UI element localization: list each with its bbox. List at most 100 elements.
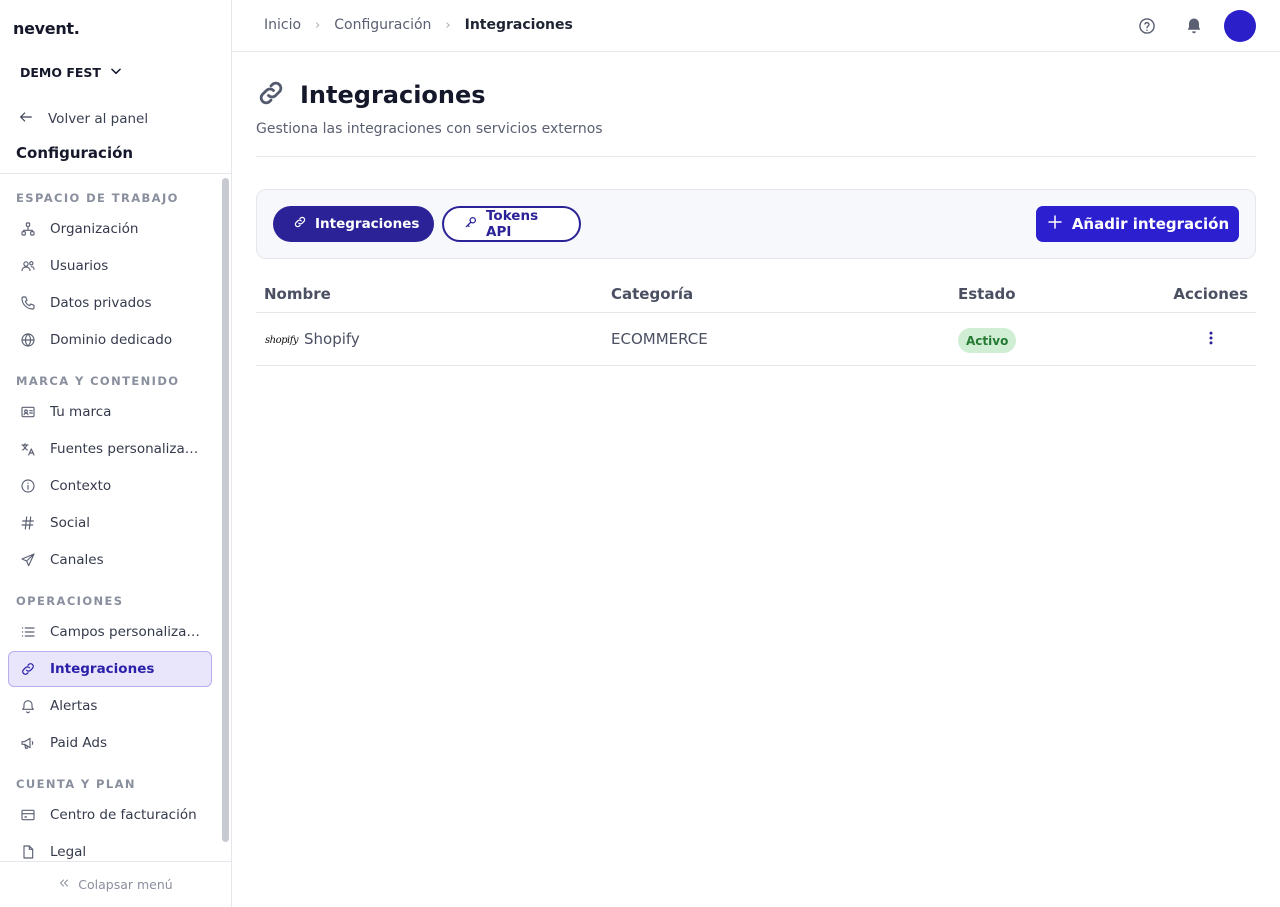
nav-group-operations: OPERACIONES — [16, 594, 124, 608]
help-icon[interactable] — [1137, 16, 1157, 36]
key-icon — [464, 215, 478, 233]
tab-label: Tokens API — [486, 208, 539, 240]
column-header-status[interactable]: Estado — [958, 285, 1016, 303]
sidebar-item-social[interactable]: Social — [8, 505, 212, 541]
sidebar-item-label: Integraciones — [50, 661, 155, 677]
link-icon — [20, 661, 36, 677]
sidebar-section-title: Configuración — [16, 144, 134, 162]
nav-group-account-plan: CUENTA Y PLAN — [16, 777, 136, 791]
megaphone-icon — [20, 735, 36, 751]
sidebar-item-label: Datos privados — [50, 295, 152, 311]
integration-category: ECOMMERCE — [611, 330, 708, 348]
chevrons-left-icon — [58, 877, 70, 892]
sidebar-item-private-data[interactable]: Datos privados — [8, 285, 212, 321]
column-header-category[interactable]: Categoría — [611, 285, 693, 303]
sidebar-item-label: Alertas — [50, 698, 98, 714]
sidebar-item-label: Fuentes personalizadas — [50, 441, 205, 457]
table-row[interactable]: shopify Shopify ECOMMERCE Activo — [256, 313, 1256, 366]
sidebar-item-billing-center[interactable]: Centro de facturación — [8, 797, 212, 833]
sidebar-item-label: Legal — [50, 844, 87, 860]
row-actions-button[interactable] — [1200, 329, 1222, 351]
sidebar-item-label: Campos personalizados — [50, 624, 205, 640]
user-avatar[interactable] — [1224, 10, 1256, 42]
breadcrumb-settings[interactable]: Configuración — [334, 17, 431, 33]
sidebar-nav: ESPACIO DE TRABAJO Organización Usuarios… — [0, 173, 231, 861]
sidebar-item-label: Canales — [50, 552, 104, 568]
breadcrumb: Inicio › Configuración › Integraciones — [264, 17, 573, 33]
sidebar-item-label: Usuarios — [50, 258, 109, 274]
page-subtitle: Gestiona las integraciones con servicios… — [256, 121, 603, 137]
sidebar-item-label: Dominio dedicado — [50, 332, 173, 348]
breadcrumb-home[interactable]: Inicio — [264, 17, 301, 33]
page-header: Integraciones — [256, 78, 486, 112]
file-icon — [20, 844, 36, 860]
sidebar-item-label: Social — [50, 515, 91, 531]
integration-name: Shopify — [304, 330, 360, 348]
tab-integrations[interactable]: Integraciones — [273, 206, 434, 242]
sidebar: nevent. DEMO FEST Volver al panel Config… — [0, 0, 232, 907]
tab-api-tokens[interactable]: Tokens API — [442, 206, 581, 242]
organization-switcher[interactable]: DEMO FEST — [20, 64, 123, 81]
sitemap-icon — [20, 221, 36, 237]
sidebar-item-alerts[interactable]: Alertas — [8, 688, 212, 724]
id-card-icon — [20, 404, 36, 420]
hashtag-icon — [20, 515, 36, 531]
bell-icon — [20, 698, 36, 714]
plus-icon — [1046, 213, 1064, 235]
sidebar-item-users[interactable]: Usuarios — [8, 248, 212, 284]
more-vertical-icon — [1202, 329, 1220, 351]
header-divider — [256, 156, 1256, 157]
nav-group-brand-content: MARCA Y CONTENIDO — [16, 374, 180, 388]
sidebar-item-channels[interactable]: Canales — [8, 542, 212, 578]
app-logo[interactable]: nevent. — [13, 19, 80, 38]
collapse-menu-button[interactable]: Colapsar menú — [0, 861, 231, 907]
organization-name: DEMO FEST — [20, 65, 101, 80]
sidebar-item-label: Paid Ads — [50, 735, 108, 751]
sidebar-item-integrations[interactable]: Integraciones — [8, 651, 212, 687]
notifications-bell-icon[interactable] — [1184, 16, 1204, 36]
integrations-toolbar: Integraciones Tokens API Añadir integrac… — [256, 189, 1256, 259]
sidebar-item-organization[interactable]: Organización — [8, 211, 212, 247]
sidebar-item-label: Contexto — [50, 478, 112, 494]
sidebar-item-legal[interactable]: Legal — [8, 834, 212, 861]
sidebar-item-custom-fonts[interactable]: Fuentes personalizadas — [8, 431, 212, 467]
phone-icon — [20, 295, 36, 311]
column-header-name[interactable]: Nombre — [264, 285, 331, 303]
add-integration-label: Añadir integración — [1071, 215, 1230, 233]
nav-group-workspace: ESPACIO DE TRABAJO — [16, 191, 179, 205]
sidebar-item-label: Centro de facturación — [50, 807, 197, 823]
send-icon — [20, 552, 36, 568]
sidebar-item-custom-fields[interactable]: Campos personalizados — [8, 614, 212, 650]
topbar: Inicio › Configuración › Integraciones — [232, 0, 1280, 52]
back-link-label: Volver al panel — [48, 111, 149, 127]
breadcrumb-current: Integraciones — [464, 17, 573, 33]
shopify-logo-text: shopify — [265, 334, 299, 346]
sidebar-item-brand[interactable]: Tu marca — [8, 394, 212, 430]
table-header-row: Nombre Categoría Estado Acciones — [256, 276, 1256, 313]
back-to-dashboard-link[interactable]: Volver al panel — [18, 109, 148, 129]
sidebar-item-label: Tu marca — [50, 404, 112, 420]
sidebar-scrollbar[interactable] — [222, 178, 229, 842]
list-icon — [20, 624, 36, 640]
chevron-right-icon: › — [315, 17, 321, 33]
sidebar-item-context[interactable]: Contexto — [8, 468, 212, 504]
add-integration-button[interactable]: Añadir integración — [1036, 206, 1239, 242]
sidebar-item-dedicated-domain[interactable]: Dominio dedicado — [8, 322, 212, 358]
users-icon — [20, 258, 36, 274]
chevron-right-icon: › — [445, 17, 451, 33]
sidebar-item-label: Organización — [50, 221, 139, 237]
credit-card-icon — [20, 807, 36, 823]
page-title: Integraciones — [300, 81, 486, 109]
column-header-actions: Acciones — [1173, 285, 1248, 303]
globe-icon — [20, 332, 36, 348]
info-icon — [20, 478, 36, 494]
link-icon — [256, 78, 286, 112]
sidebar-item-paid-ads[interactable]: Paid Ads — [8, 725, 212, 761]
chevron-down-icon — [109, 64, 123, 81]
integrations-table: Nombre Categoría Estado Acciones shopify… — [256, 276, 1256, 366]
tab-label: Integraciones — [315, 216, 420, 232]
translate-icon — [20, 441, 36, 457]
shopify-logo: shopify — [264, 325, 299, 355]
status-badge: Activo — [958, 328, 1017, 353]
arrow-left-icon — [18, 109, 34, 129]
